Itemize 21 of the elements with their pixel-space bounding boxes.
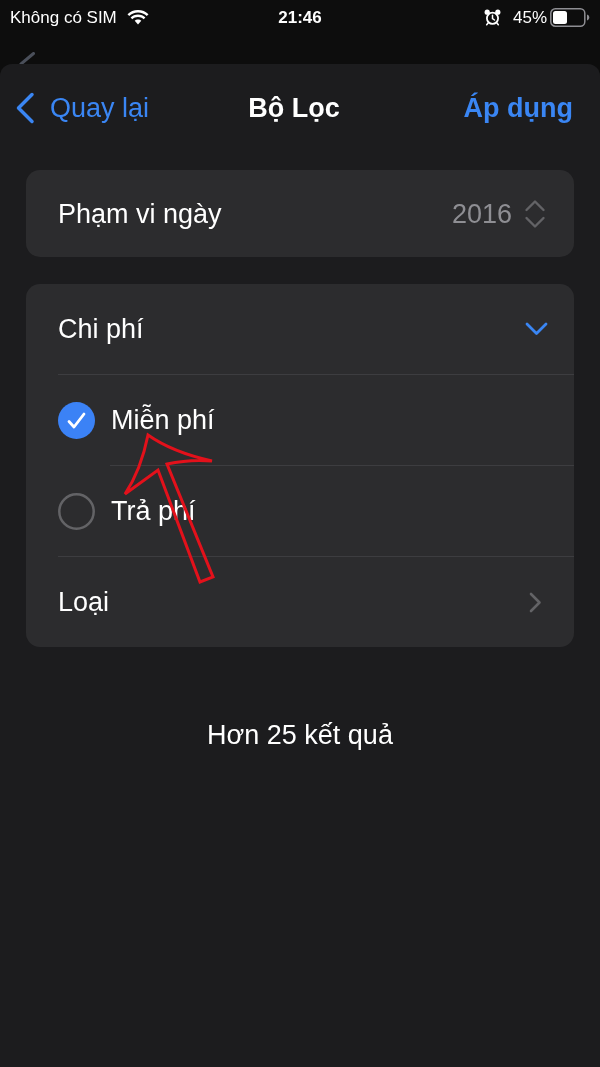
date-range-value[interactable]: 2016 [451,197,512,230]
chevron-right-icon[interactable] [529,591,542,613]
partial-chevron-icon [18,52,35,64]
type-section-label[interactable]: Loại [58,586,110,618]
date-range-label: Phạm vi ngày [58,197,223,230]
back-button[interactable]: Quay lại [15,92,150,124]
time-label: 21:46 [278,7,322,28]
wifi-icon [125,9,150,26]
alarm-clock-icon [483,9,501,26]
option-label[interactable]: Miễn phí [111,404,215,436]
battery-percent-label: 45% [512,7,547,28]
result-count-label: Hơn 25 kết quả [207,719,393,751]
carrier-label: Không có SIM [10,7,117,28]
back-chevron-icon [15,92,35,124]
apply-button[interactable]: Áp dụng [463,92,573,124]
sheet-title: Bộ Lọc [248,92,340,124]
cost-section-label[interactable]: Chi phí [58,313,144,345]
checked-circle-icon[interactable] [58,401,95,439]
chevron-down-icon[interactable] [525,322,548,336]
empty-circle-icon[interactable] [58,492,95,530]
battery-icon [550,8,590,27]
